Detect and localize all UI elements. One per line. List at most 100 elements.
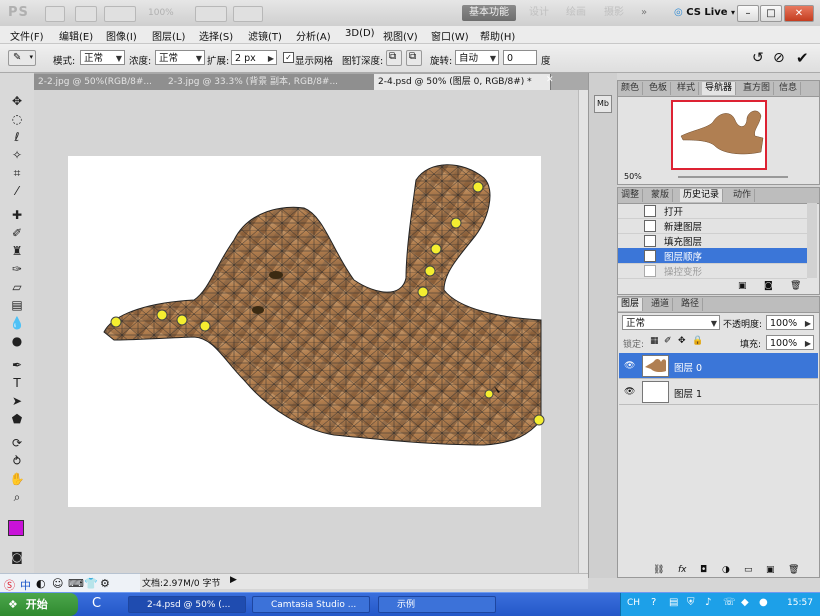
maximize-button[interactable]: □ — [760, 5, 782, 22]
tab-history[interactable]: 历史记录 — [680, 189, 724, 202]
pin-depth-up-button[interactable]: ⧉ — [386, 50, 402, 66]
clock[interactable]: 15:57 — [787, 598, 813, 608]
tab-2-4[interactable]: 2-4.psd @ 50% (图层 0, RGB/8#) * — [374, 74, 551, 90]
arrange-documents-dropdown[interactable] — [195, 6, 227, 22]
chat-icon[interactable]: ☏ — [723, 597, 736, 608]
history-item[interactable]: 操控变形 — [618, 263, 807, 279]
tab-2-3[interactable]: 2-3.jpg @ 33.3% (背景 副本, RGB/8#... — [164, 74, 378, 90]
expand-input[interactable]: 2 px ▶ — [231, 50, 277, 65]
task-folder[interactable]: 示例 — [378, 596, 496, 613]
language-indicator[interactable]: CH — [627, 598, 640, 608]
opacity-input[interactable]: 100% ▶ — [766, 315, 814, 330]
mode-select[interactable]: 正常 ▼ — [80, 50, 125, 65]
zoom-level[interactable]: 100% — [148, 8, 174, 18]
menu-filter[interactable]: 滤镜(T) — [248, 28, 282, 43]
sogou-s-icon[interactable]: Ⓢ — [4, 577, 15, 593]
menu-window[interactable]: 窗口(W) — [431, 28, 469, 43]
tab-info[interactable]: 信息 — [776, 82, 802, 95]
layer-style-icon[interactable]: fx — [678, 565, 687, 575]
status-menu-arrow-icon[interactable]: ▶ — [230, 575, 237, 585]
tab-navigator[interactable]: 导航器 — [702, 82, 737, 95]
puppet-warp-image[interactable] — [34, 90, 578, 573]
lock-position-icon[interactable]: ✥ — [678, 336, 686, 346]
task-photoshop[interactable]: 2-4.psd @ 50% (... — [128, 596, 246, 613]
menu-view[interactable]: 视图(V) — [383, 28, 418, 43]
hand-tool-icon[interactable]: ✋ — [8, 471, 26, 487]
reset-icon[interactable]: ↺ — [752, 50, 764, 66]
cancel-icon[interactable]: ⊘ — [773, 50, 785, 66]
punctuation-icon[interactable]: ◐ — [36, 577, 46, 590]
3d-orbit-tool-icon[interactable]: ⥁ — [8, 453, 26, 469]
lock-pixels-icon[interactable]: ✐ — [664, 336, 672, 346]
zoom-tool-icon[interactable]: ⌕ — [8, 489, 26, 505]
navigator-preview[interactable] — [671, 100, 767, 170]
workspace-photography[interactable]: 摄影 — [597, 5, 631, 21]
security-icon[interactable]: ⛨ — [687, 597, 695, 608]
visibility-eye-icon[interactable]: 👁 — [624, 361, 635, 371]
tab-color[interactable]: 颜色 — [618, 82, 644, 95]
tab-2-2[interactable]: 2-2.jpg @ 50%(RGB/8#... — [34, 74, 168, 90]
move-tool-icon[interactable]: ✥ — [8, 93, 26, 109]
history-brush-tool-icon[interactable]: ✑ — [8, 261, 26, 277]
skin-icon[interactable]: 👕 — [84, 577, 98, 590]
close-tab-icon[interactable]: ✕ — [546, 75, 554, 85]
type-tool-icon[interactable]: T — [8, 375, 26, 391]
workspace-painting[interactable]: 绘画 — [559, 5, 593, 21]
tab-adjustments[interactable]: 调整 — [618, 189, 644, 202]
new-group-icon[interactable]: ▭ — [744, 565, 753, 575]
menu-file[interactable]: 文件(F) — [10, 28, 44, 43]
workspace-essentials[interactable]: 基本功能 — [462, 5, 516, 21]
history-item[interactable]: 填充图层 — [618, 233, 807, 249]
minimize-button[interactable]: – — [737, 5, 759, 22]
dodge-tool-icon[interactable]: ● — [8, 333, 26, 349]
menu-3d[interactable]: 3D(D) — [345, 28, 375, 39]
tab-layers[interactable]: 图层 — [618, 298, 644, 311]
marquee-tool-icon[interactable]: ◌ — [8, 111, 26, 127]
mini-bridge-icon[interactable]: Mb — [594, 95, 612, 113]
trash-icon[interactable]: 🗑 — [790, 281, 801, 291]
history-item[interactable]: 新建图层 — [618, 218, 807, 234]
lasso-tool-icon[interactable]: ℓ — [8, 129, 26, 145]
shape-tool-icon[interactable]: ⬟ — [8, 411, 26, 427]
tools-icon[interactable]: ⚙ — [100, 577, 110, 590]
gradient-tool-icon[interactable]: ▤ — [8, 297, 26, 313]
layer-row[interactable]: 👁 图层 1 — [619, 379, 818, 405]
network-icon[interactable]: ▤ — [669, 597, 678, 608]
cs-live-button[interactable]: ◎ CS Live ▾ — [674, 7, 735, 18]
brush-tool-icon[interactable]: ✐ — [8, 225, 26, 241]
quick-select-tool-icon[interactable]: ✧ — [8, 147, 26, 163]
keyboard-icon[interactable]: ⌨ — [68, 577, 84, 590]
quick-launch-c-icon[interactable]: C — [92, 596, 101, 611]
view-extras-dropdown[interactable] — [104, 6, 136, 22]
tab-actions[interactable]: 动作 — [730, 189, 756, 202]
crop-tool-icon[interactable]: ⌗ — [8, 165, 26, 181]
tray-app-icon[interactable]: ◆ — [741, 597, 749, 608]
mini-bridge-button[interactable] — [75, 6, 97, 22]
emoji-icon[interactable]: ☺ — [52, 577, 63, 590]
tab-histogram[interactable]: 直方图 — [740, 82, 775, 95]
screen-mode-dropdown[interactable] — [233, 6, 263, 22]
3d-rotate-tool-icon[interactable]: ⟳ — [8, 435, 26, 451]
eyedropper-tool-icon[interactable]: ⁄ — [8, 183, 26, 199]
close-button[interactable]: ✕ — [784, 5, 814, 22]
history-item[interactable]: 打开 — [618, 203, 807, 219]
start-button[interactable]: ❖ 开始 — [0, 593, 78, 616]
tab-channels[interactable]: 通道 — [648, 298, 674, 311]
menu-image[interactable]: 图像(I) — [106, 28, 137, 43]
tab-styles[interactable]: 样式 — [674, 82, 700, 95]
chinese-mode-icon[interactable]: 中 — [20, 577, 31, 593]
layer-mask-icon[interactable]: ◘ — [700, 565, 707, 575]
history-scrollbar[interactable] — [807, 203, 817, 278]
tab-paths[interactable]: 路径 — [678, 298, 704, 311]
new-layer-icon[interactable]: ▣ — [766, 565, 775, 575]
bridge-button[interactable] — [45, 6, 65, 22]
volume-icon[interactable]: ♪ — [705, 597, 711, 608]
layer-row[interactable]: 👁 图层 0 — [619, 353, 818, 379]
show-mesh-checkbox[interactable]: ✓ — [283, 52, 294, 63]
menu-analysis[interactable]: 分析(A) — [296, 28, 331, 43]
lock-transparency-icon[interactable]: ▦ — [650, 336, 659, 346]
menu-edit[interactable]: 编辑(E) — [59, 28, 93, 43]
link-layers-icon[interactable]: ⛓ — [653, 565, 664, 575]
history-item-selected[interactable]: 图层顺序 — [618, 248, 807, 264]
clone-stamp-tool-icon[interactable]: ♜ — [8, 243, 26, 259]
